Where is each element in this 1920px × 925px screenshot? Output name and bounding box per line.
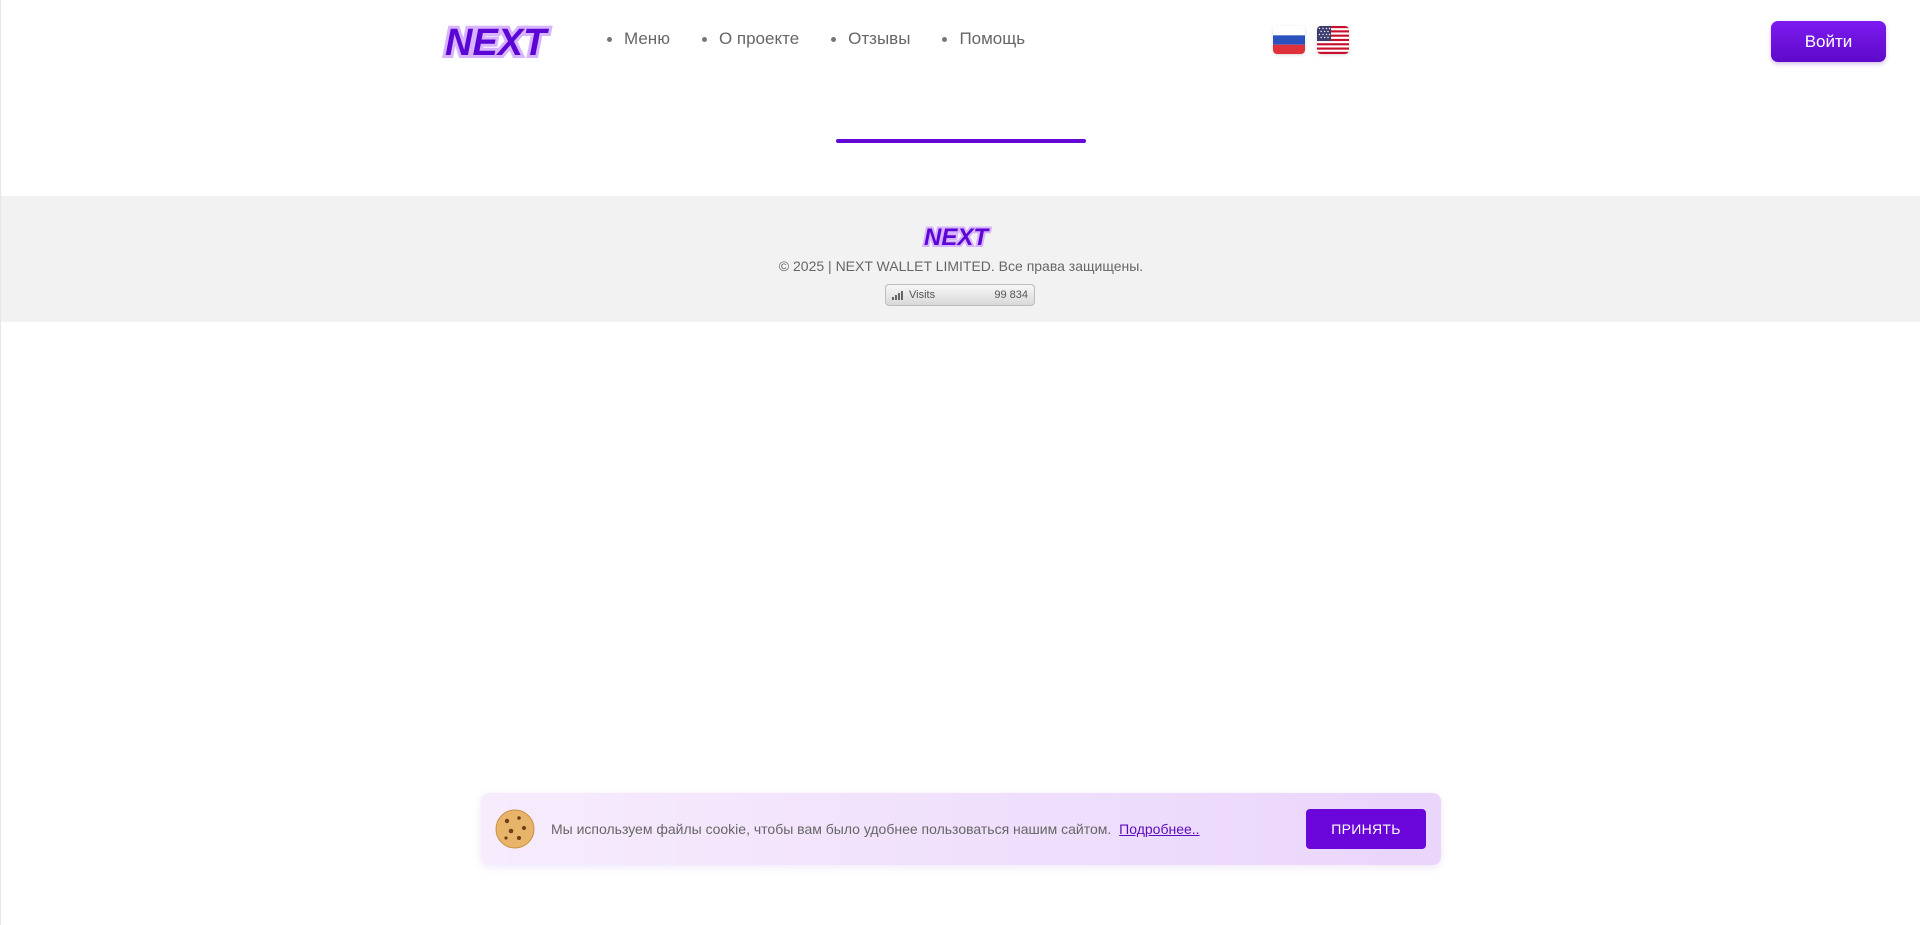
nav-item-help[interactable]: Помощь	[942, 29, 1025, 49]
copyright-text: © 2025 | NEXT WALLET LIMITED. Все права …	[778, 258, 1144, 274]
cookie-icon	[495, 809, 535, 849]
visits-value: 99 834	[994, 289, 1028, 301]
nav-item-about[interactable]: О проекте	[701, 29, 800, 49]
nav-item-reviews[interactable]: Отзывы	[831, 29, 910, 49]
header: NEXT NEXT Меню О проекте Отзывы Помощь В…	[1, 0, 1920, 80]
nav-item-label: Меню	[624, 29, 670, 48]
next-logo[interactable]: NEXT NEXT	[441, 20, 563, 62]
more-info-link[interactable]: Подробнее..	[1119, 821, 1199, 837]
cookie-message-text: Мы используем файлы cookie, чтобы вам бы…	[551, 821, 1112, 837]
nav-item-label: Отзывы	[848, 29, 911, 48]
bullet-icon	[701, 36, 707, 42]
bar-chart-icon	[892, 290, 903, 300]
language-switcher	[1273, 26, 1349, 54]
accept-cookies-button[interactable]: ПРИНЯТЬ	[1306, 809, 1426, 849]
cookie-banner: Мы используем файлы cookie, чтобы вам бы…	[481, 793, 1441, 865]
bullet-icon	[831, 36, 837, 42]
footer-next-logo: NEXT NEXT	[922, 224, 992, 248]
login-button[interactable]: Войти	[1771, 21, 1886, 62]
loading-bar	[836, 139, 1086, 143]
flag-us-icon[interactable]	[1317, 26, 1349, 54]
bullet-icon	[942, 36, 948, 42]
visits-label: Visits	[909, 289, 936, 301]
flag-ru-icon[interactable]	[1273, 26, 1305, 54]
nav-item-label: Помощь	[959, 29, 1026, 48]
bullet-icon	[607, 36, 612, 42]
nav-item-menu[interactable]: Меню	[607, 29, 670, 49]
main-nav: Меню О проекте Отзывы Помощь	[607, 29, 1057, 49]
nav-item-label: О проекте	[718, 29, 800, 48]
cookie-message: Мы используем файлы cookie, чтобы вам бы…	[551, 821, 1200, 837]
footer-logo-text: NEXT	[924, 224, 990, 248]
logo-text: NEXT	[445, 22, 549, 62]
page: NEXT NEXT Меню О проекте Отзывы Помощь В…	[0, 0, 1920, 925]
footer: NEXT NEXT © 2025 | NEXT WALLET LIMITED. …	[1, 196, 1920, 322]
visits-counter[interactable]: Visits 99 834	[885, 284, 1035, 306]
